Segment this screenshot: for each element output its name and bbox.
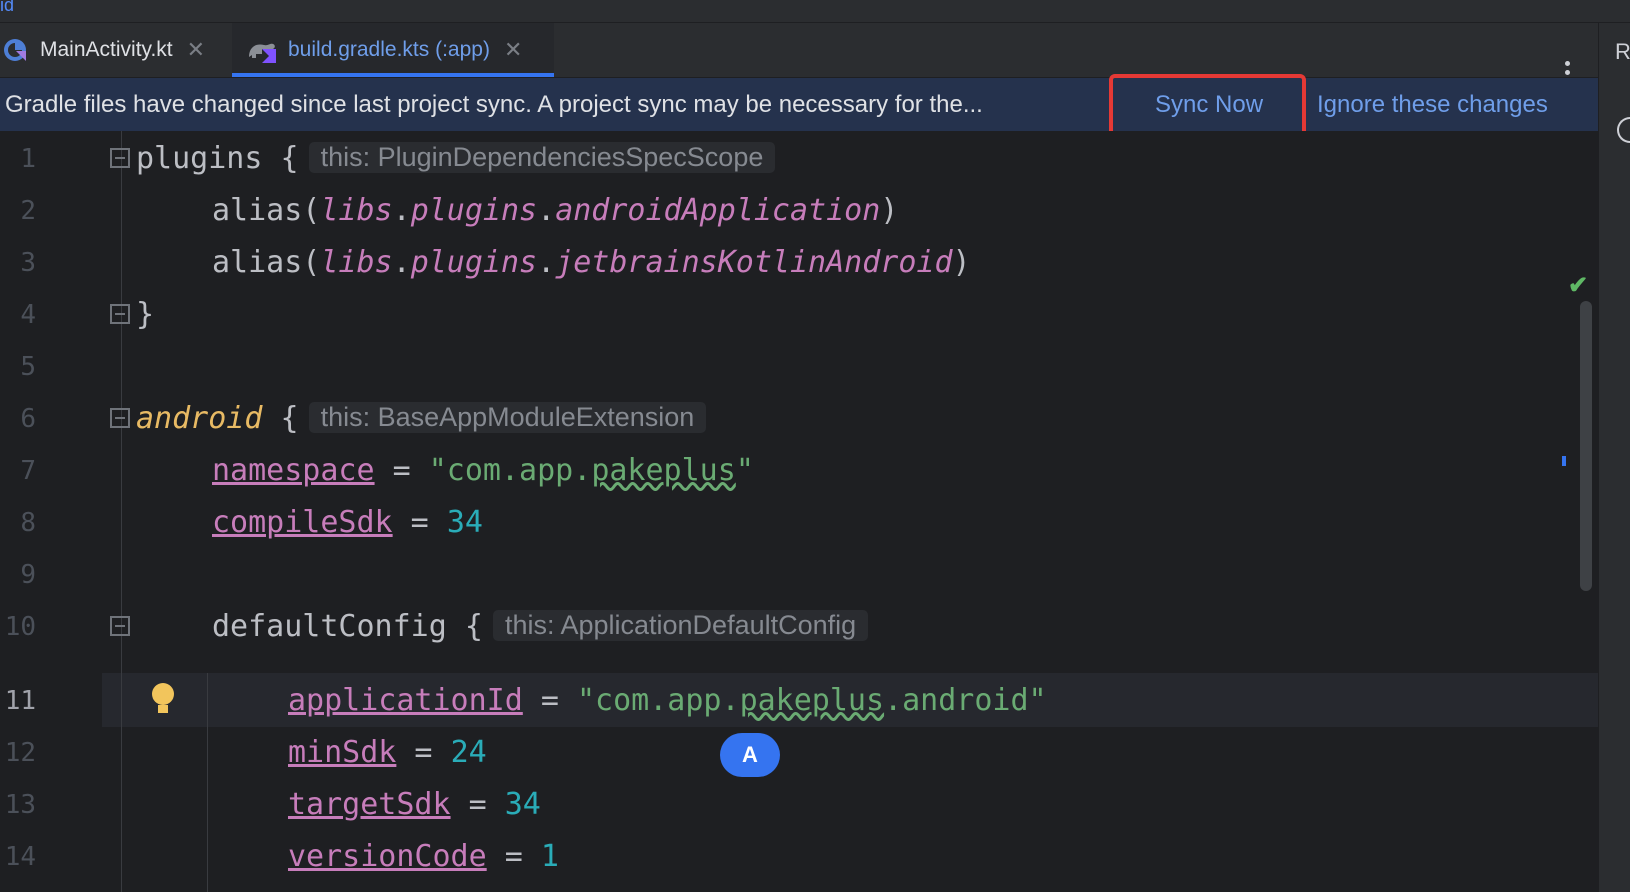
line-number: 10 (4, 612, 36, 642)
line-number: 9 (20, 560, 36, 590)
close-icon[interactable]: ✕ (187, 37, 205, 63)
right-tool-strip: R (1598, 23, 1630, 892)
tab-build-gradle[interactable]: build.gradle.kts (:app) ✕ (232, 23, 554, 77)
inlay-hint: this: ApplicationDefaultConfig (492, 610, 869, 641)
line-number: 12 (4, 738, 36, 768)
tab-label: MainActivity.kt (40, 38, 173, 61)
code-editor[interactable]: 1 plugins {this: PluginDependenciesSpecS… (0, 131, 1598, 892)
keyword: android (136, 401, 263, 436)
inlay-hint: this: PluginDependenciesSpecScope (308, 142, 776, 173)
code-line: 1 plugins {this: PluginDependenciesSpecS… (0, 131, 1598, 185)
code-line-current: 11 applicationId = "com.app.pakeplus.and… (0, 673, 1598, 727)
fold-icon[interactable] (110, 148, 130, 168)
avatar[interactable]: A (720, 733, 780, 777)
gradle-kts-icon (249, 43, 276, 63)
editor-tab-bar: MainActivity.kt ✕ build.gradle.kts (:app… (0, 23, 1598, 84)
no-problems-check-icon[interactable]: ✔ (1568, 271, 1588, 300)
keyword: defaultConfig (212, 609, 447, 644)
fold-icon[interactable] (110, 616, 130, 636)
banner-message: Gradle files have changed since last pro… (5, 91, 983, 118)
code-line: 5 (0, 339, 1598, 393)
line-number: 5 (20, 352, 36, 382)
title-fragment: id (0, 0, 15, 15)
code-line: 6 android {this: BaseAppModuleExtension (0, 391, 1598, 445)
code-line: 13 targetSdk = 34 (0, 777, 1598, 831)
ignore-changes-link[interactable]: Ignore these changes (1317, 91, 1548, 119)
code-line: 12 minSdk = 24 (0, 725, 1598, 779)
keyword: plugins (136, 141, 263, 176)
right-panel-label[interactable]: R (1615, 39, 1630, 65)
line-number: 2 (20, 196, 36, 226)
code-line: 4 } (0, 287, 1598, 341)
vertical-scrollbar[interactable] (1580, 301, 1592, 591)
scroll-marker (1562, 456, 1566, 466)
code-line: 3 alias(libs.plugins.jetbrainsKotlinAndr… (0, 235, 1598, 289)
lightbulb-icon[interactable] (152, 683, 174, 717)
kotlin-file-icon (4, 39, 26, 61)
fold-end-icon[interactable] (110, 304, 130, 324)
title-bar: id (0, 0, 1630, 23)
code-line: 10 defaultConfig {this: ApplicationDefau… (0, 599, 1598, 653)
inlay-hint: this: BaseAppModuleExtension (308, 402, 707, 433)
line-number: 8 (20, 508, 36, 538)
line-number: 6 (20, 404, 36, 434)
close-icon[interactable]: ✕ (504, 37, 522, 63)
line-number: 13 (4, 790, 36, 820)
line-number: 14 (4, 842, 36, 872)
tab-main-activity[interactable]: MainActivity.kt ✕ (0, 23, 232, 77)
code-line: 9 (0, 547, 1598, 601)
code-line: 7 namespace = "com.app.pakeplus" (0, 443, 1598, 497)
line-number: 11 (4, 686, 36, 716)
line-number: 4 (20, 300, 36, 330)
refresh-icon[interactable] (1617, 117, 1630, 143)
fold-icon[interactable] (110, 408, 130, 428)
gradle-sync-banner: Gradle files have changed since last pro… (0, 78, 1598, 131)
line-number: 1 (20, 144, 36, 174)
line-number: 7 (20, 456, 36, 486)
code-line: 2 alias(libs.plugins.androidApplication) (0, 183, 1598, 237)
tab-label: build.gradle.kts (:app) (288, 38, 490, 61)
sync-now-link[interactable]: Sync Now (1155, 91, 1263, 119)
code-line: 8 compileSdk = 34 (0, 495, 1598, 549)
code-line: 14 versionCode = 1 (0, 829, 1598, 883)
line-number: 3 (20, 248, 36, 278)
